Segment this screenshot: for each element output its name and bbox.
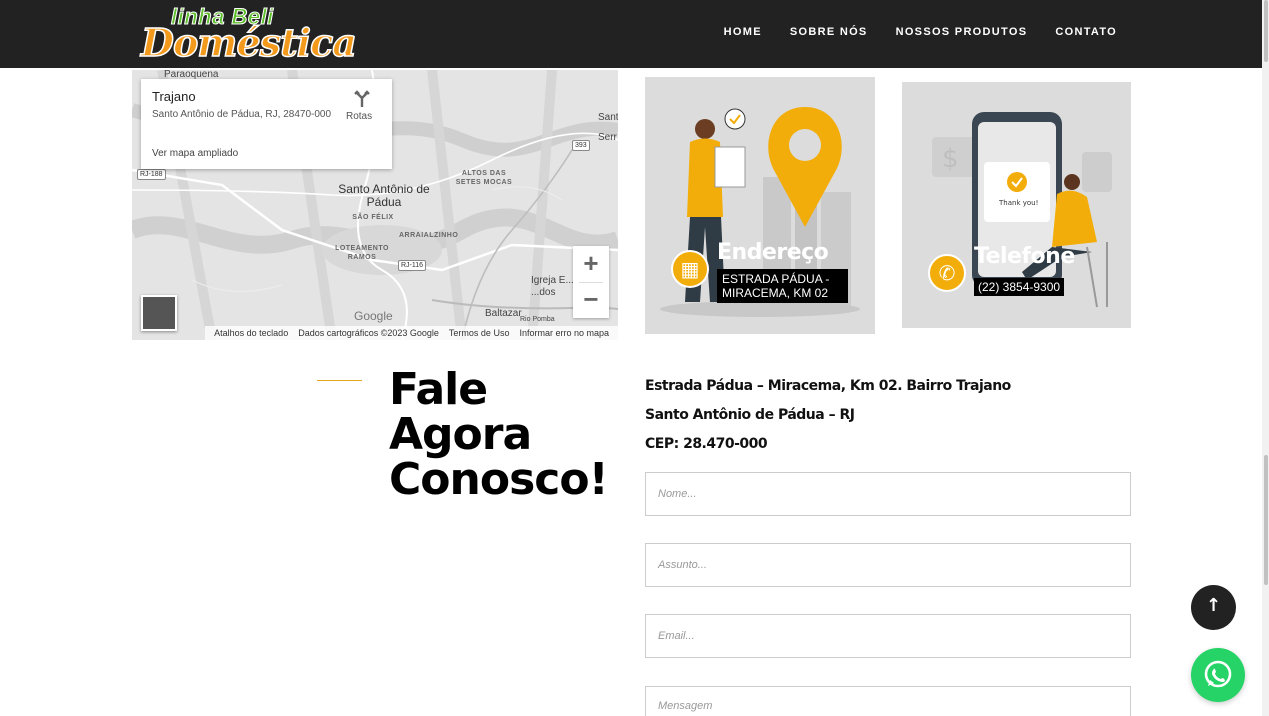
directions-label[interactable]: Rotas: [346, 111, 372, 122]
heading-accent-line: [317, 380, 362, 381]
main-nav: HOME SOBRE NÓS NOSSOS PRODUTOS CONTATO: [724, 26, 1117, 38]
nav-contato[interactable]: CONTATO: [1055, 26, 1117, 38]
terms-link[interactable]: Termos de Uso: [444, 326, 515, 340]
phone-icon: ✆: [928, 254, 966, 292]
page-scrollbar[interactable]: [1262, 0, 1269, 716]
contact-heading-line-3: Conosco!: [389, 454, 609, 505]
contact-heading-line-1: Fale: [389, 364, 488, 415]
address-card: Endereço ▦ ESTRADA PÁDUA - MIRACEMA, KM …: [645, 77, 875, 334]
map-info-card: Trajano Santo Antônio de Pádua, RJ, 2847…: [141, 79, 392, 169]
nav-nossos-produtos[interactable]: NOSSOS PRODUTOS: [896, 26, 1028, 38]
map-label-rio-pomba: Rio Pomba: [520, 316, 555, 323]
contact-heading: Fale Agora Conosco!: [389, 364, 609, 505]
whatsapp-button[interactable]: [1191, 648, 1245, 702]
keyboard-shortcuts-link[interactable]: Atalhos do teclado: [209, 326, 293, 340]
scrollbar-thumb[interactable]: [1264, 0, 1268, 62]
page: linha Beli Doméstica HOME SOBRE NÓS NOSS…: [0, 0, 1269, 716]
directions-icon[interactable]: [353, 90, 371, 108]
phone-card: $ Thank you! Telefone ✆ (22) 3854-9300: [902, 82, 1131, 328]
zoom-separator: [579, 282, 603, 283]
arrow-up-icon: ↑: [1205, 595, 1222, 616]
map-label-serr: Serr: [598, 132, 617, 143]
satellite-toggle[interactable]: [141, 295, 177, 331]
address-line-1: Estrada Pádua – Miracema, Km 02. Bairro …: [645, 378, 1011, 394]
site-header: linha Beli Doméstica HOME SOBRE NÓS NOSS…: [0, 0, 1262, 68]
map-label-altos: ALTOS DAS SETES MOCAS: [455, 170, 513, 186]
report-error-link[interactable]: Informar erro no mapa: [514, 326, 614, 340]
road-shield-393: 393: [572, 140, 590, 151]
message-input[interactable]: Mensagem: [645, 686, 1131, 716]
email-input[interactable]: Email...: [645, 614, 1131, 658]
address-card-text: ESTRADA PÁDUA - MIRACEMA, KM 02: [717, 269, 848, 303]
map-label-arraial: ARRAIALZINHO: [399, 232, 459, 239]
address-line-3: CEP: 28.470-000: [645, 436, 768, 452]
map-data-credit: Dados cartográficos ©2023 Google: [298, 328, 439, 338]
google-map[interactable]: Paraoquena Sant Serr Santo Antônio de Pá…: [132, 70, 618, 340]
contact-address: Estrada Pádua – Miracema, Km 02. Bairro …: [645, 372, 1011, 459]
back-to-top-button[interactable]: ↑: [1191, 585, 1236, 630]
google-watermark: Google: [354, 309, 393, 323]
road-shield-rj188: RJ-188: [137, 169, 166, 180]
map-place-title: Trajano: [152, 89, 196, 104]
phone-card-text: (22) 3854-9300: [974, 278, 1065, 296]
nav-home[interactable]: HOME: [724, 26, 762, 38]
zoom-out-button[interactable]: −: [573, 282, 609, 318]
zoom-in-button[interactable]: +: [573, 246, 609, 282]
building-icon: ▦: [671, 250, 709, 288]
scroll-indicator: [1264, 455, 1268, 585]
name-input[interactable]: Nome...: [645, 472, 1131, 516]
map-label-sao-felix: SÃO FÉLIX: [352, 214, 394, 221]
address-card-title: Endereço: [717, 240, 829, 265]
nav-sobre-nos[interactable]: SOBRE NÓS: [790, 26, 868, 38]
logo-line-2: Doméstica: [140, 19, 357, 66]
whatsapp-icon: [1204, 660, 1232, 688]
map-label-baltazar: Baltazar: [485, 308, 522, 319]
svg-text:$: $: [942, 144, 959, 174]
subject-input[interactable]: Assunto...: [645, 543, 1131, 587]
map-label-loteamento: LOTEAMENTO RAMOS: [335, 245, 389, 261]
view-larger-map-link[interactable]: Ver mapa ampliado: [152, 148, 238, 159]
road-shield-rj116: RJ-116: [398, 260, 427, 271]
contact-heading-line-2: Agora: [389, 409, 532, 460]
map-place-address: Santo Antônio de Pádua, RJ, 28470-000: [152, 109, 332, 120]
phone-card-title: Telefone: [974, 244, 1075, 269]
svg-text:Thank you!: Thank you!: [998, 199, 1038, 207]
map-label-sant: Sant: [598, 112, 618, 123]
site-logo[interactable]: linha Beli Doméstica: [140, 4, 357, 66]
map-label-city: Santo Antônio de Pádua: [338, 182, 430, 209]
map-footer: Atalhos do teclado Dados cartográficos ©…: [205, 326, 618, 340]
map-zoom-control: + −: [573, 246, 609, 318]
map-label-igreja: Igreja E... ...dos: [531, 275, 574, 298]
address-line-2: Santo Antônio de Pádua – RJ: [645, 407, 855, 423]
